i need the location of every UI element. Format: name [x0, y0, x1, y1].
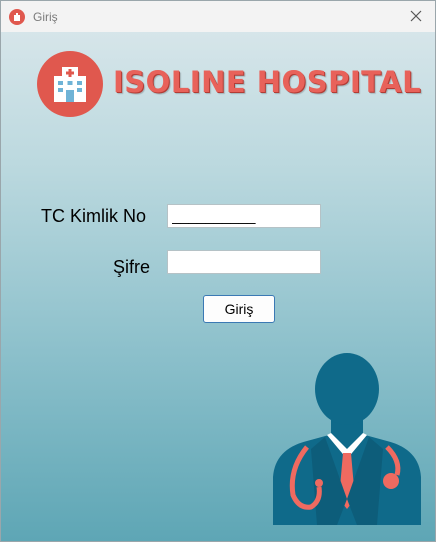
close-icon[interactable]	[407, 7, 425, 25]
doctor-icon	[267, 349, 427, 532]
password-input[interactable]	[167, 250, 321, 274]
title-bar: Giriş	[1, 1, 435, 32]
hospital-name: ISOLINE HOSPITAL	[113, 65, 422, 99]
login-window: Giriş ISOLINE HOSPITAL TC Kimlik No Şifr…	[0, 0, 436, 542]
window-title: Giriş	[33, 9, 58, 24]
password-label: Şifre	[113, 257, 151, 277]
tc-label: TC Kimlik No	[41, 206, 147, 226]
login-button[interactable]: Giriş	[203, 295, 275, 323]
hospital-building-icon	[37, 51, 103, 117]
tc-input[interactable]	[167, 204, 321, 228]
hospital-icon	[9, 8, 25, 25]
